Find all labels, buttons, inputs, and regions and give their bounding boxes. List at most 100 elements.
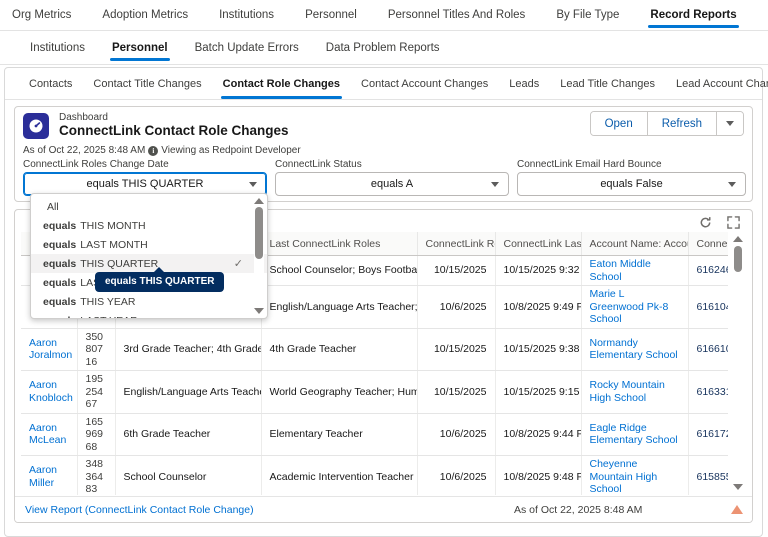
tab-personnel[interactable]: Personnel: [305, 0, 357, 30]
col-header-connectlink-id[interactable]: Conne...: [688, 232, 728, 256]
account-link[interactable]: Normandy Elementary School: [590, 337, 678, 362]
chevron-down-icon: [249, 182, 257, 187]
col-header-last-connectlink-roles[interactable]: Last ConnectLink Roles: [261, 232, 417, 256]
account-link[interactable]: Eagle Ridge Elementary School: [590, 422, 678, 447]
tab-leads[interactable]: Leads: [509, 68, 539, 99]
connectlink-id-cell: 616104: [688, 286, 728, 329]
filter-value: equals THIS QUARTER: [87, 178, 204, 190]
option-prefix: equals: [43, 315, 76, 320]
subtab-personnel[interactable]: Personnel: [112, 32, 168, 64]
last-roles-cell: School Counselor; Boys Football Coach: [261, 256, 417, 286]
col-header-account-name[interactable]: Account Name: Account N...: [581, 232, 688, 256]
account-link[interactable]: Eaton Middle School: [590, 258, 651, 283]
option-prefix: equals: [43, 277, 76, 289]
change-date-cell: 10/6/2025: [417, 456, 495, 496]
tab-by-file-type[interactable]: By File Type: [556, 0, 619, 30]
account-link[interactable]: Cheyenne Mountain High School: [590, 458, 658, 495]
dropdown-scrollbar[interactable]: [254, 197, 264, 315]
open-button[interactable]: Open: [591, 112, 648, 135]
tertiary-tab-bar: Contacts Contact Title Changes Contact R…: [5, 68, 762, 100]
last-modified-cell: 10/15/2025 9:38 PM: [495, 328, 581, 371]
contact-link[interactable]: Aaron Miller: [29, 464, 57, 489]
subtab-institutions[interactable]: Institutions: [30, 32, 85, 64]
last-roles-cell: Academic Intervention Teacher: [261, 456, 417, 496]
filter-email-hard-bounce-combobox[interactable]: equals False: [517, 172, 746, 196]
expand-widget-icon[interactable]: [726, 215, 740, 229]
tab-contacts[interactable]: Contacts: [29, 68, 72, 99]
last-modified-cell: 10/8/2025 9:48 PM: [495, 456, 581, 496]
tab-contact-role-changes[interactable]: Contact Role Changes: [223, 68, 340, 99]
roles-change-date-dropdown: All equals THIS MONTH equals LAST MONTH …: [30, 193, 268, 319]
filter-label-status: ConnectLink Status: [275, 159, 509, 170]
last-roles-cell: World Geography Teacher; Humanities Teac…: [261, 371, 417, 414]
scroll-up-arrow-icon[interactable]: [733, 236, 743, 242]
dropdown-option-this-year[interactable]: equals THIS YEAR: [31, 292, 267, 311]
tab-lead-title-changes[interactable]: Lead Title Changes: [560, 68, 655, 99]
filter-value: equals A: [371, 178, 413, 190]
dropdown-option-last-month[interactable]: equals LAST MONTH: [31, 235, 267, 254]
col-header-roles-change-date[interactable]: ConnectLink Roles C...: [417, 232, 495, 256]
checkmark-icon: ✓: [234, 257, 243, 270]
refresh-button[interactable]: Refresh: [648, 112, 717, 135]
tab-contact-title-changes[interactable]: Contact Title Changes: [93, 68, 201, 99]
dropdown-option-this-quarter[interactable]: equals THIS QUARTER ✓: [31, 254, 267, 273]
asof-text: As of Oct 22, 2025 8:48 AM: [23, 145, 145, 156]
dashboard-icon: [23, 113, 49, 139]
dropdown-option-all[interactable]: All: [31, 197, 267, 216]
contact-link[interactable]: Aaron McLean: [29, 422, 66, 447]
dashboard-action-buttons: Open Refresh: [590, 111, 744, 136]
contact-link[interactable]: Aaron Joralmon: [29, 337, 72, 362]
option-prefix: equals: [43, 258, 76, 270]
scroll-up-arrow-icon[interactable]: [254, 198, 264, 204]
info-icon[interactable]: i: [148, 146, 158, 156]
selected-filter-tooltip: equals THIS QUARTER: [95, 272, 224, 292]
scroll-down-arrow-icon[interactable]: [254, 308, 264, 314]
table-vertical-scrollbar[interactable]: [733, 236, 744, 490]
option-label: LAST MONTH: [80, 239, 147, 251]
option-label: LAST YEAR: [80, 315, 137, 320]
last-roles-cell: English/Language Arts Teacher; Athletic …: [261, 286, 417, 329]
tab-adoption-metrics[interactable]: Adoption Metrics: [102, 0, 188, 30]
filter-bar: ConnectLink Roles Change Date equals THI…: [23, 159, 746, 196]
chevron-down-icon: [726, 121, 734, 126]
account-link[interactable]: Marie L Greenwood Pk-8 School: [590, 288, 669, 325]
contact-link[interactable]: Aaron Knobloch: [29, 379, 73, 404]
dropdown-option-last-year[interactable]: equals LAST YEAR: [31, 311, 267, 319]
option-prefix: equals: [43, 296, 76, 308]
tab-org-metrics[interactable]: Org Metrics: [12, 0, 71, 30]
orange-up-triangle-icon: [731, 505, 743, 514]
account-link[interactable]: Rocky Mountain High School: [590, 379, 665, 404]
roles-cell: English/Language Arts Teacher: [115, 371, 261, 414]
table-row: Aaron Joralmon 35080716 3rd Grade Teache…: [21, 328, 728, 371]
subtab-batch-update-errors[interactable]: Batch Update Errors: [195, 32, 299, 64]
tab-record-reports[interactable]: Record Reports: [650, 0, 736, 30]
filter-status-combobox[interactable]: equals A: [275, 172, 509, 196]
dashboard-header-panel: Dashboard ConnectLink Contact Role Chang…: [14, 106, 753, 202]
view-report-link[interactable]: View Report (ConnectLink Contact Role Ch…: [25, 504, 254, 516]
footer-asof-text: As of Oct 22, 2025 8:48 AM: [514, 504, 642, 516]
last-roles-cell: 4th Grade Teacher: [261, 328, 417, 371]
more-actions-button[interactable]: [717, 112, 743, 135]
option-label: All: [47, 201, 59, 213]
refresh-widget-icon[interactable]: [698, 215, 712, 229]
filter-value: equals False: [600, 178, 662, 190]
scrollbar-thumb[interactable]: [255, 207, 263, 259]
contact-id-cell: 19525467: [77, 371, 115, 414]
dropdown-option-this-month[interactable]: equals THIS MONTH: [31, 216, 267, 235]
tab-personnel-titles-and-roles[interactable]: Personnel Titles And Roles: [388, 0, 525, 30]
widget-actions: [698, 215, 740, 229]
filter-label-roles-change-date: ConnectLink Roles Change Date: [23, 159, 267, 170]
option-label: THIS YEAR: [80, 296, 135, 308]
tab-lead-account-changes[interactable]: Lead Account Changes: [676, 68, 768, 99]
tab-institutions[interactable]: Institutions: [219, 0, 274, 30]
viewing-as-text: Viewing as Redpoint Developer: [161, 145, 300, 156]
scroll-down-arrow-icon[interactable]: [733, 484, 743, 490]
subtab-data-problem-reports[interactable]: Data Problem Reports: [326, 32, 440, 64]
page-title: ConnectLink Contact Role Changes: [59, 123, 289, 138]
tab-contact-account-changes[interactable]: Contact Account Changes: [361, 68, 488, 99]
option-label: THIS MONTH: [80, 220, 145, 232]
col-header-connectlink-last[interactable]: ConnectLink Last...: [495, 232, 581, 256]
chevron-down-icon: [491, 182, 499, 187]
scrollbar-thumb[interactable]: [734, 246, 742, 272]
dashboard-asof-line: As of Oct 22, 2025 8:48 AM i Viewing as …: [23, 145, 301, 156]
